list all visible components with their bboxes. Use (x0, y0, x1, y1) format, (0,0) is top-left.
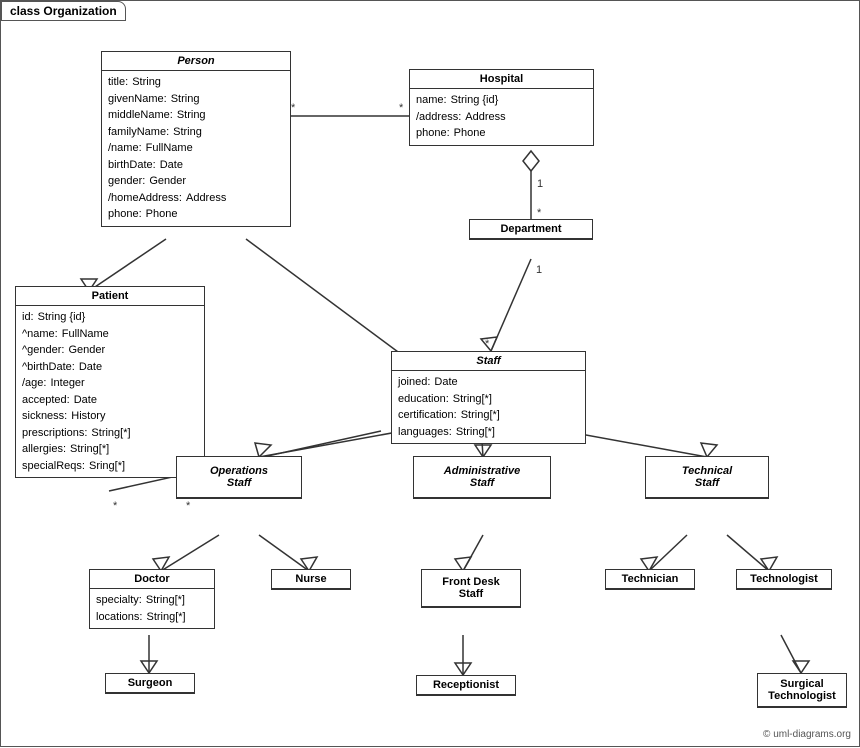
receptionist-class: Receptionist (416, 675, 516, 696)
hospital-title: Hospital (410, 70, 593, 89)
nurse-title: Nurse (272, 570, 350, 589)
svg-text:*: * (537, 207, 542, 219)
doctor-class: Doctor specialty:String[*] locations:Str… (89, 569, 215, 629)
person-class: Person title:String givenName:String mid… (101, 51, 291, 227)
front-desk-staff-title: Front DeskStaff (422, 570, 520, 607)
staff-title: Staff (392, 352, 585, 371)
nurse-class: Nurse (271, 569, 351, 590)
svg-text:*: * (113, 500, 118, 512)
technologist-title: Technologist (737, 570, 831, 589)
front-desk-staff-class: Front DeskStaff (421, 569, 521, 608)
technician-class: Technician (605, 569, 695, 590)
administrative-staff-class: AdministrativeStaff (413, 456, 551, 499)
copyright: © uml-diagrams.org (763, 729, 851, 740)
department-title: Department (470, 220, 592, 239)
doctor-attrs: specialty:String[*] locations:String[*] (90, 589, 214, 628)
patient-attrs: id:String {id} ^name:FullName ^gender:Ge… (16, 306, 204, 477)
svg-text:*: * (186, 500, 191, 512)
svg-text:*: * (485, 338, 490, 350)
person-title: Person (102, 52, 290, 71)
diagram-container: class Organization 1 * 1 * * * (0, 0, 860, 747)
svg-text:1: 1 (536, 264, 542, 276)
administrative-staff-title: AdministrativeStaff (414, 457, 550, 498)
surgeon-title: Surgeon (106, 674, 194, 693)
hospital-class: Hospital name:String {id} /address:Addre… (409, 69, 594, 146)
svg-text:*: * (291, 102, 296, 114)
patient-class: Patient id:String {id} ^name:FullName ^g… (15, 286, 205, 478)
doctor-title: Doctor (90, 570, 214, 589)
technical-staff-title: TechnicalStaff (646, 457, 768, 498)
operations-staff-class: OperationsStaff (176, 456, 302, 499)
svg-text:1: 1 (537, 178, 543, 190)
surgeon-class: Surgeon (105, 673, 195, 694)
patient-title: Patient (16, 287, 204, 306)
svg-text:*: * (399, 102, 404, 114)
hospital-attrs: name:String {id} /address:Address phone:… (410, 89, 593, 145)
surgical-technologist-class: SurgicalTechnologist (757, 673, 847, 708)
technician-title: Technician (606, 570, 694, 589)
department-class: Department (469, 219, 593, 240)
person-attrs: title:String givenName:String middleName… (102, 71, 290, 226)
diagram-title: class Organization (1, 1, 126, 21)
operations-staff-title: OperationsStaff (177, 457, 301, 498)
technologist-class: Technologist (736, 569, 832, 590)
technical-staff-class: TechnicalStaff (645, 456, 769, 499)
staff-attrs: joined:Date education:String[*] certific… (392, 371, 585, 443)
receptionist-title: Receptionist (417, 676, 515, 695)
surgical-technologist-title: SurgicalTechnologist (758, 674, 846, 707)
staff-class: Staff joined:Date education:String[*] ce… (391, 351, 586, 444)
